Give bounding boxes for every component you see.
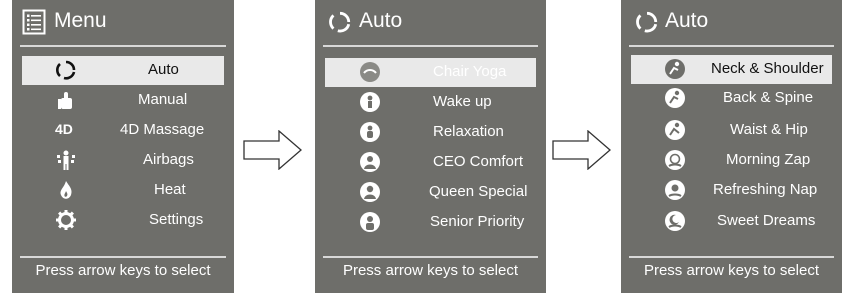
divider bbox=[323, 256, 538, 258]
hand-icon bbox=[58, 92, 72, 109]
program-item-label: Refreshing Nap bbox=[713, 181, 818, 198]
4d-icon: 4D bbox=[55, 121, 73, 137]
program-item-queen-special[interactable]: Queen Special bbox=[325, 178, 536, 207]
divider bbox=[20, 256, 226, 258]
program-item-label: Chair Yoga bbox=[433, 63, 507, 80]
program-item-label: Morning Zap bbox=[726, 151, 811, 168]
divider bbox=[629, 45, 834, 47]
menu-item-airbags[interactable]: Airbags bbox=[22, 146, 224, 175]
nap-icon bbox=[665, 180, 685, 200]
senior-icon bbox=[360, 212, 380, 232]
program-item-back-spine[interactable]: Back & Spine bbox=[631, 84, 832, 113]
footer-hint: Press arrow keys to select bbox=[643, 262, 820, 279]
arrow-right-icon bbox=[243, 130, 302, 170]
program-item-label: Neck & Shoulder bbox=[711, 60, 824, 77]
program-item-senior-priority[interactable]: Senior Priority bbox=[325, 208, 536, 237]
divider bbox=[20, 45, 226, 47]
panel-header: Menu bbox=[12, 0, 234, 46]
menu-item-manual[interactable]: Manual bbox=[22, 86, 224, 115]
menu-item-label: Heat bbox=[154, 181, 186, 198]
alarm-icon bbox=[665, 150, 685, 170]
menu-item-label: Auto bbox=[148, 61, 179, 78]
divider bbox=[323, 45, 538, 47]
program-item-ceo-comfort[interactable]: CEO Comfort bbox=[325, 148, 536, 177]
menu-item-4d-massage[interactable]: 4D 4D Massage bbox=[22, 116, 224, 145]
dream-icon bbox=[665, 211, 685, 231]
queen-icon bbox=[360, 182, 380, 202]
menu-item-label: 4D Massage bbox=[120, 121, 205, 138]
gear-icon bbox=[56, 210, 76, 230]
auto-panel: Auto Neck & Shoulder Back & Spine Waist … bbox=[621, 0, 842, 293]
panel-header: Auto bbox=[621, 0, 842, 46]
airbag-icon bbox=[57, 150, 75, 170]
relax-icon bbox=[360, 122, 380, 142]
auto-panel: Auto Chair Yoga Wake up Relaxation CEO C… bbox=[315, 0, 546, 293]
menu-panel: Menu Auto Manual 4D 4D Massage Airbags H… bbox=[12, 0, 234, 293]
flame-icon bbox=[60, 181, 72, 199]
program-item-label: Senior Priority bbox=[430, 213, 525, 230]
waist-icon bbox=[665, 120, 685, 140]
menu-item-label: Manual bbox=[138, 91, 188, 108]
program-item-label: Wake up bbox=[433, 93, 492, 110]
neck-icon bbox=[665, 59, 685, 79]
program-item-waist-hip[interactable]: Waist & Hip bbox=[631, 116, 832, 145]
menu-item-heat[interactable]: Heat bbox=[22, 176, 224, 205]
back-icon bbox=[665, 88, 685, 108]
program-item-wake-up[interactable]: Wake up bbox=[325, 88, 536, 117]
program-item-morning-zap[interactable]: Morning Zap bbox=[631, 146, 832, 175]
program-item-neck-shoulder[interactable]: Neck & Shoulder bbox=[631, 55, 832, 84]
arrow-right-icon bbox=[552, 130, 611, 170]
program-item-label: Sweet Dreams bbox=[717, 212, 816, 229]
menu-item-settings[interactable]: Settings bbox=[22, 206, 224, 235]
cycle-icon bbox=[329, 11, 351, 33]
program-item-label: Waist & Hip bbox=[730, 121, 808, 138]
footer-hint: Press arrow keys to select bbox=[342, 262, 519, 279]
ceo-icon bbox=[360, 152, 380, 172]
program-item-label: Relaxation bbox=[433, 123, 504, 140]
yoga-icon bbox=[360, 62, 380, 82]
wake-icon bbox=[360, 92, 380, 112]
page-title: Auto bbox=[359, 9, 403, 32]
program-item-label: CEO Comfort bbox=[433, 153, 524, 170]
page-title: Auto bbox=[665, 9, 709, 32]
cycle-icon bbox=[56, 60, 76, 80]
program-item-chair-yoga[interactable]: Chair Yoga bbox=[325, 58, 536, 87]
page-title: Menu bbox=[54, 9, 107, 32]
cycle-icon bbox=[636, 11, 658, 33]
menu-item-label: Settings bbox=[149, 211, 204, 228]
menu-item-label: Airbags bbox=[143, 151, 194, 168]
program-item-label: Queen Special bbox=[429, 183, 528, 200]
panel-header: Auto bbox=[315, 0, 546, 46]
divider bbox=[629, 256, 834, 258]
menu-item-auto[interactable]: Auto bbox=[22, 56, 224, 85]
program-item-label: Back & Spine bbox=[723, 89, 814, 106]
program-item-relaxation[interactable]: Relaxation bbox=[325, 118, 536, 147]
program-item-sweet-dreams[interactable]: Sweet Dreams bbox=[631, 207, 832, 236]
footer-hint: Press arrow keys to select bbox=[35, 262, 211, 279]
list-icon bbox=[22, 9, 46, 35]
program-item-refreshing-nap[interactable]: Refreshing Nap bbox=[631, 176, 832, 205]
